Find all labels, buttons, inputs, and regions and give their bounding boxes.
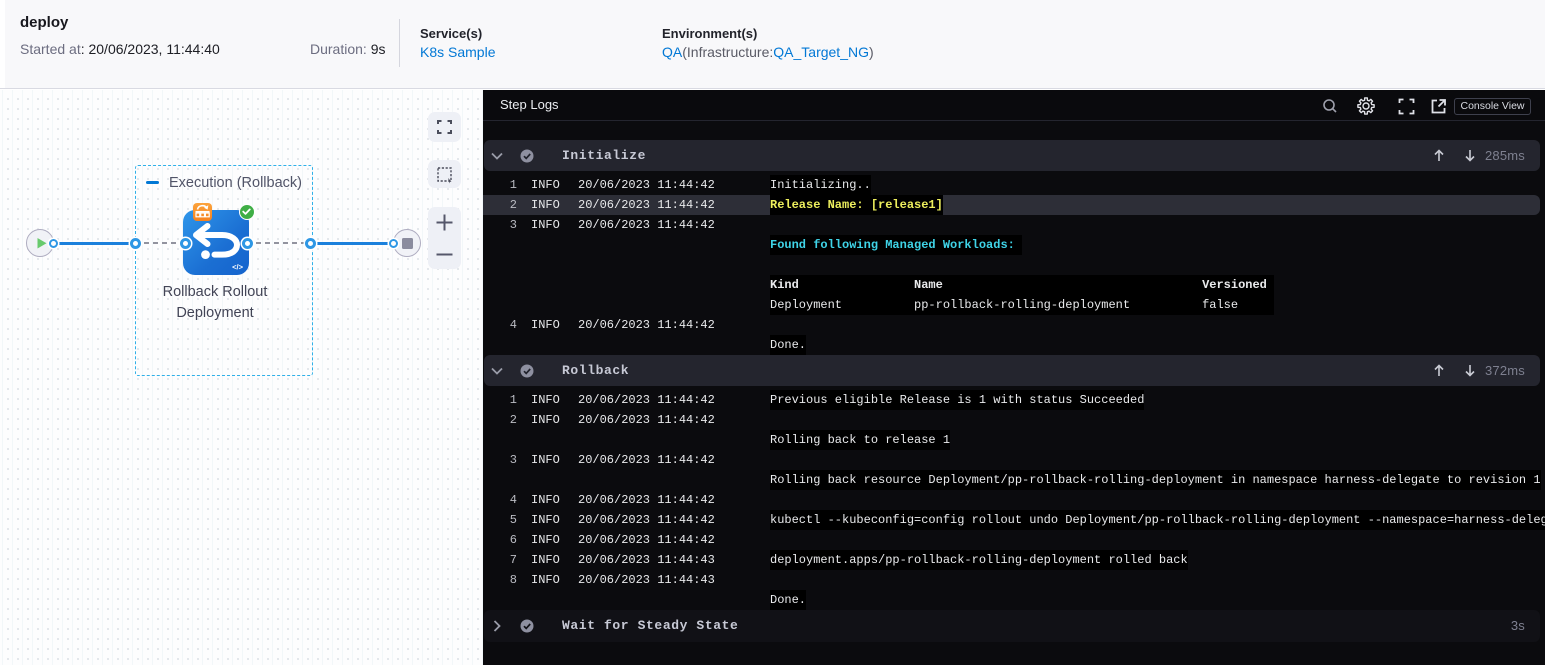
svg-text:</>: </>	[232, 263, 243, 272]
